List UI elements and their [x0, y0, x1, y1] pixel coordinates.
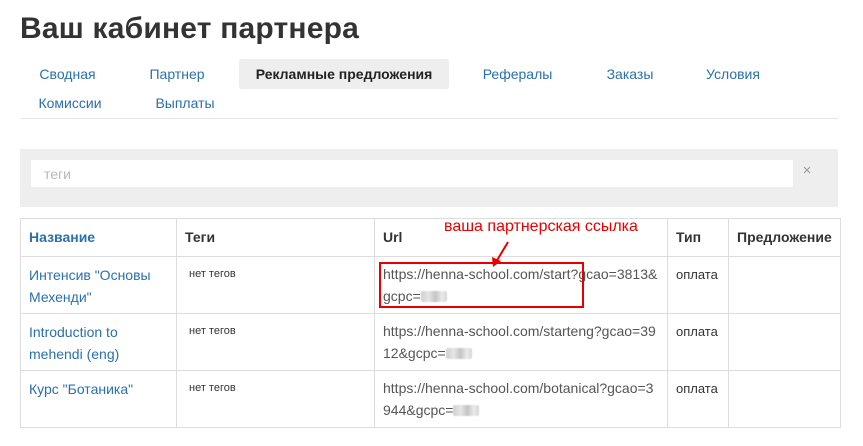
offer-name-link[interactable]: Introduction to mehendi (eng): [29, 324, 119, 362]
offer-tags: нет тегов: [176, 313, 375, 371]
offer-url-cell[interactable]: https://henna-school.com/starteng?gcao=3…: [374, 313, 668, 371]
column-header-offer: Предложение: [728, 218, 841, 257]
offer-url[interactable]: https://henna-school.com/starteng?gcao=3…: [383, 323, 656, 361]
offer-url-cell[interactable]: https://henna-school.com/botanical?gcao=…: [374, 370, 668, 428]
offers-table: Название Теги Url Тип Предложение Интенс…: [20, 218, 841, 428]
column-header-type: Тип: [667, 218, 729, 257]
offer-tags: нет тегов: [176, 256, 375, 314]
redacted-partner-id: [453, 405, 480, 416]
tab-orders[interactable]: Заказы: [590, 59, 670, 89]
offer-url[interactable]: https://henna-school.com/botanical?gcao=…: [383, 380, 653, 418]
tab-partner[interactable]: Партнер: [132, 59, 222, 89]
clear-icon[interactable]: ×: [797, 161, 817, 181]
partner-link-highlight: [379, 262, 584, 308]
tag-filter-bar: ×: [20, 149, 838, 207]
tab-summary[interactable]: Сводная: [20, 59, 115, 89]
offer-name-cell: Introduction to mehendi (eng): [20, 313, 177, 371]
table-row: Introduction to mehendi (eng) нет тегов …: [20, 313, 841, 371]
offer-cell: [728, 370, 841, 428]
tab-bar: Сводная Партнер Рекламные предложения Ре…: [20, 59, 838, 119]
offer-type: оплата: [667, 256, 729, 314]
tab-referrals[interactable]: Рефералы: [470, 59, 565, 89]
tag-filter-input[interactable]: [31, 160, 793, 187]
column-header-tags: Теги: [176, 218, 375, 257]
offer-type: оплата: [667, 313, 729, 371]
page-title: Ваш кабинет партнера: [20, 12, 360, 45]
table-row: Курс "Ботаника" нет тегов https://henna-…: [20, 370, 841, 428]
redacted-partner-id: [445, 348, 472, 359]
offer-cell: [728, 256, 841, 314]
tab-conditions[interactable]: Условия: [693, 59, 773, 89]
offer-name-link[interactable]: Интенсив "Основы Мехенди": [29, 267, 151, 305]
tab-commissions[interactable]: Комиссии: [20, 88, 120, 118]
offer-name-link[interactable]: Курс "Ботаника": [29, 381, 133, 397]
offer-tags: нет тегов: [176, 370, 375, 428]
arrow-icon: [492, 241, 509, 267]
offer-name-cell: Интенсив "Основы Мехенди": [20, 256, 177, 314]
offer-type: оплата: [667, 370, 729, 428]
table-header-row: Название Теги Url Тип Предложение: [20, 218, 841, 257]
column-header-name[interactable]: Название: [20, 218, 177, 257]
offer-name-cell: Курс "Ботаника": [20, 370, 177, 428]
annotation-label: ваша партнерская ссылка: [444, 218, 638, 235]
offer-cell: [728, 313, 841, 371]
tab-payouts[interactable]: Выплаты: [144, 88, 226, 118]
tab-ad-offers[interactable]: Рекламные предложения: [239, 59, 449, 89]
